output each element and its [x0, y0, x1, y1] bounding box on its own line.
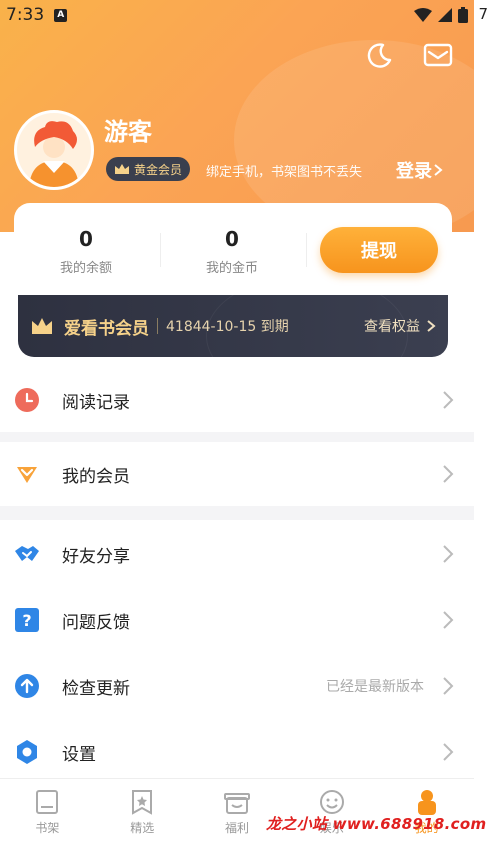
handshake-icon	[14, 541, 40, 567]
menu-label: 好友分享	[62, 546, 130, 567]
menu-item-settings[interactable]: 设置	[0, 720, 474, 784]
login-label: 登录	[396, 161, 432, 182]
diamond-icon	[14, 461, 40, 487]
membership-expire: 41844-10-15 到期	[166, 319, 289, 335]
upload-arrow-icon	[14, 673, 40, 699]
chevron-right-icon	[443, 391, 454, 409]
login-button[interactable]: 登录	[396, 157, 444, 183]
menu-item-reading-history[interactable]: 阅读记录	[0, 368, 474, 432]
chevron-right-icon	[443, 677, 454, 695]
edge-text: 7	[478, 5, 488, 23]
watermark: 龙之小站 www.688918.com	[266, 815, 487, 833]
status-icons	[414, 7, 468, 23]
menu-label: 设置	[62, 744, 96, 765]
vip-badge-label: 黄金会员	[134, 162, 183, 177]
gift-icon	[223, 793, 250, 814]
mail-icon	[423, 43, 453, 67]
moon-icon	[367, 43, 392, 68]
edge-strip	[474, 0, 488, 843]
view-rights-link[interactable]: 查看权益	[364, 316, 436, 336]
coins-stat[interactable]: 0 我的金币	[162, 227, 302, 276]
crown-icon	[115, 164, 129, 174]
withdraw-button[interactable]: 提现	[320, 227, 438, 273]
membership-separator	[157, 318, 158, 334]
notification-icon: A	[54, 8, 68, 22]
avatar-illustration	[17, 113, 91, 187]
question-icon: ?	[14, 607, 40, 633]
membership-banner[interactable]: 爱看书会员 41844-10-15 到期 查看权益	[18, 295, 448, 357]
menu-item-share-friends[interactable]: 好友分享	[0, 522, 474, 586]
tab-label: 福利	[224, 821, 249, 835]
battery-icon	[458, 7, 468, 23]
tab-label: 精选	[130, 821, 155, 835]
stat-divider	[306, 233, 307, 267]
menu-label: 我的会员	[62, 466, 130, 487]
svg-text:?: ?	[22, 611, 31, 630]
view-rights-label: 查看权益	[364, 319, 420, 335]
balance-stat[interactable]: 0 我的余额	[16, 227, 156, 276]
balance-label: 我的余额	[59, 261, 112, 276]
section-gap	[0, 432, 474, 442]
signal-icon	[438, 8, 452, 22]
menu-item-feedback[interactable]: ? 问题反馈	[0, 588, 474, 652]
chevron-right-icon	[443, 743, 454, 761]
username: 游客	[104, 118, 152, 146]
vip-badge[interactable]: 黄金会员	[106, 157, 191, 181]
chevron-right-icon	[427, 320, 436, 332]
status-time: 7:33	[6, 5, 45, 25]
bind-phone-hint: 绑定手机，书架图书不丢失	[206, 165, 363, 180]
section-gap	[0, 506, 474, 520]
menu-item-check-update[interactable]: 检查更新 已经是最新版本	[0, 654, 474, 718]
bookshelf-icon	[36, 790, 59, 814]
night-mode-button[interactable]	[364, 40, 394, 70]
menu-label: 阅读记录	[62, 392, 130, 413]
stat-divider	[160, 233, 161, 267]
featured-icon	[132, 790, 153, 815]
message-button[interactable]	[422, 40, 454, 70]
avatar[interactable]	[14, 110, 94, 190]
coins-label: 我的金币	[205, 261, 258, 276]
membership-title: 爱看书会员	[64, 318, 149, 339]
status-bar: 7:33 A	[0, 0, 474, 30]
tab-bookshelf[interactable]: 书架	[0, 779, 95, 843]
chevron-right-icon	[443, 611, 454, 629]
gear-icon	[14, 739, 40, 765]
clock-icon	[14, 387, 40, 413]
wifi-icon	[414, 8, 432, 22]
chevron-right-icon	[443, 465, 454, 483]
update-status: 已经是最新版本	[326, 679, 424, 695]
menu-label: 检查更新	[62, 678, 130, 699]
tab-featured[interactable]: 精选	[95, 779, 190, 843]
chevron-right-icon	[443, 545, 454, 563]
coins-value: 0	[225, 227, 239, 251]
crown-icon	[32, 318, 52, 334]
chevron-right-icon	[434, 164, 443, 176]
menu-item-my-membership[interactable]: 我的会员	[0, 442, 474, 506]
wallet-card: 0 我的余额 0 我的金币 提现	[14, 203, 452, 303]
menu-label: 问题反馈	[62, 612, 130, 633]
tab-label: 书架	[35, 821, 60, 835]
balance-value: 0	[79, 227, 93, 251]
